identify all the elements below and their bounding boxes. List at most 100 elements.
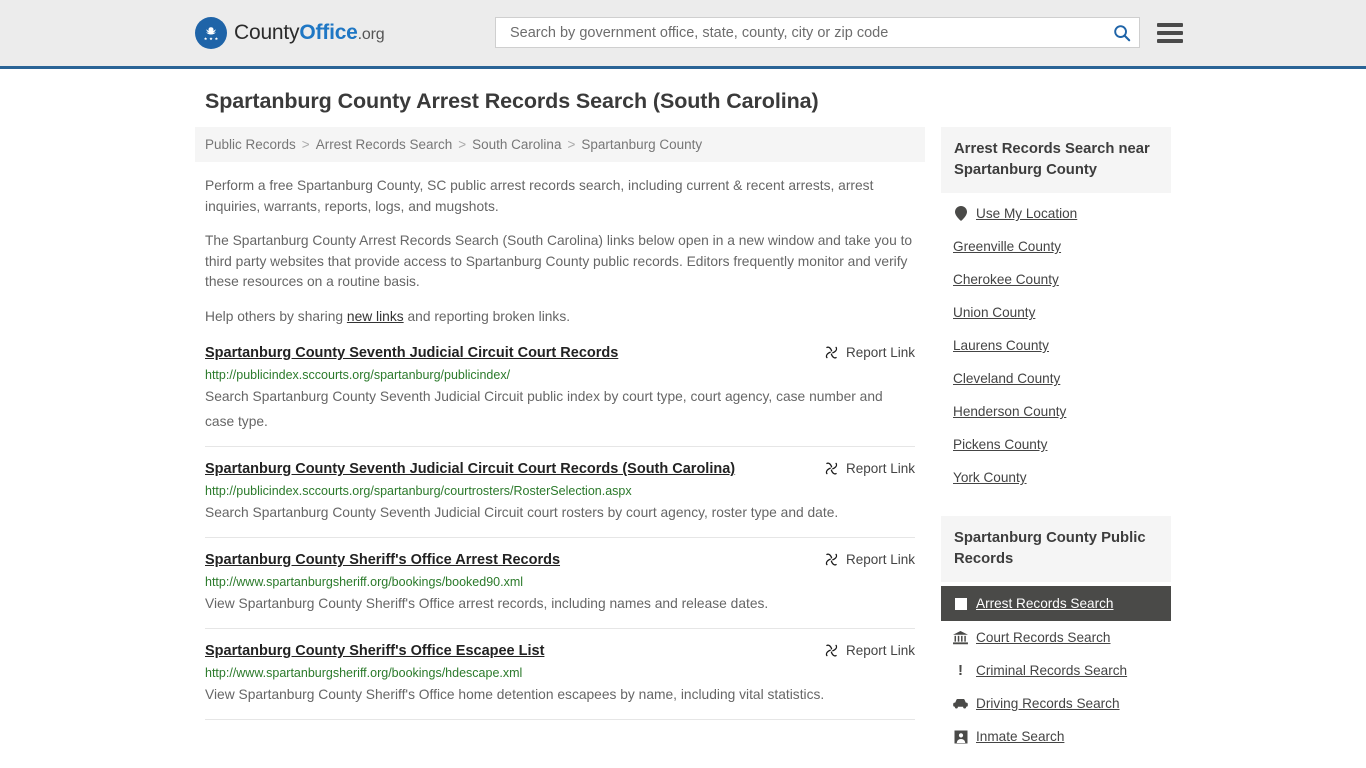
breadcrumb-separator: > — [458, 137, 467, 152]
sidebar-panel-public-records: Spartanburg County Public Records Arrest… — [941, 516, 1171, 753]
report-link-button[interactable]: Report Link — [824, 460, 915, 476]
sidebar-item-label[interactable]: Driving Records Search — [976, 696, 1120, 711]
results-list: Spartanburg County Seventh Judicial Circ… — [195, 344, 925, 720]
broken-link-icon — [824, 345, 839, 360]
breadcrumb-item-3[interactable]: Spartanburg County — [581, 137, 702, 152]
search-input[interactable] — [508, 23, 1113, 42]
sidebar-item-henderson-county[interactable]: Henderson County — [941, 395, 1171, 428]
hamburger-menu-icon[interactable] — [1157, 22, 1183, 43]
result-url: http://publicindex.sccourts.org/spartanb… — [205, 368, 511, 382]
intro-p3-after: and reporting broken links. — [403, 308, 571, 324]
hamburger-bar — [1157, 22, 1183, 27]
result-description: View Spartanburg County Sheriff's Office… — [205, 596, 769, 611]
result-url: http://www.spartanburgsheriff.org/bookin… — [205, 666, 523, 680]
sidebar-item-label[interactable]: Pickens County — [953, 437, 1047, 452]
sidebar-item-cleveland-county[interactable]: Cleveland County — [941, 362, 1171, 395]
breadcrumb-item-1[interactable]: Arrest Records Search — [316, 137, 453, 152]
result-header: Spartanburg County Seventh Judicial Circ… — [205, 344, 915, 363]
result-description: Search Spartanburg County Seventh Judici… — [205, 505, 839, 520]
sidebar-item-inmate-search[interactable]: Inmate Search — [941, 720, 1171, 753]
breadcrumb-item-2[interactable]: South Carolina — [472, 137, 561, 152]
site-header: CountyOffice.org — [0, 0, 1366, 69]
breadcrumb-separator: > — [567, 137, 576, 152]
sidebar-item-pickens-county[interactable]: Pickens County — [941, 428, 1171, 461]
sidebar-item-label[interactable]: Inmate Search — [976, 729, 1064, 744]
result-header: Spartanburg County Sheriff's Office Arre… — [205, 551, 915, 570]
intro-paragraph-2: The Spartanburg County Arrest Records Se… — [205, 233, 913, 289]
header-search-area — [495, 17, 1183, 48]
inmate-icon — [953, 729, 968, 744]
sidebar-item-cherokee-county[interactable]: Cherokee County — [941, 263, 1171, 296]
result-item: Spartanburg County Sheriff's Office Arre… — [205, 551, 915, 629]
breadcrumb: Public Records > Arrest Records Search >… — [195, 127, 925, 162]
hamburger-bar — [1157, 38, 1183, 43]
main-column: Public Records > Arrest Records Search >… — [195, 127, 925, 733]
search-icon[interactable] — [1113, 24, 1131, 42]
intro-text: Perform a free Spartanburg County, SC pu… — [195, 176, 925, 327]
sidebar-item-union-county[interactable]: Union County — [941, 296, 1171, 329]
sidebar-item-label[interactable]: York County — [953, 470, 1027, 485]
sidebar-public-records-heading: Spartanburg County Public Records — [941, 516, 1171, 582]
sidebar-item-greenville-county[interactable]: Greenville County — [941, 230, 1171, 263]
report-link-button[interactable]: Report Link — [824, 551, 915, 567]
intro-p3-before: Help others by sharing — [205, 308, 347, 324]
report-link-label: Report Link — [845, 643, 915, 658]
logo-text-county: County — [234, 21, 300, 44]
courthouse-icon — [953, 630, 968, 645]
sidebar-item-label[interactable]: Union County — [953, 305, 1035, 320]
car-icon — [953, 696, 968, 711]
broken-link-icon — [824, 643, 839, 658]
intro-paragraph-1: Perform a free Spartanburg County, SC pu… — [205, 178, 874, 214]
sidebar-item-arrest-records-search[interactable]: Arrest Records Search — [941, 586, 1171, 621]
sidebar-item-court-records-search[interactable]: Court Records Search — [941, 621, 1171, 654]
exclamation-icon: ! — [958, 662, 963, 679]
white-square-icon — [953, 596, 968, 611]
sidebar-item-label[interactable]: Cherokee County — [953, 272, 1059, 287]
sidebar-item-driving-records-search[interactable]: Driving Records Search — [941, 687, 1171, 720]
search-box[interactable] — [495, 17, 1140, 48]
site-logo[interactable]: CountyOffice.org — [195, 17, 385, 49]
report-link-label: Report Link — [845, 461, 915, 476]
sidebar-item-york-county[interactable]: York County — [941, 461, 1171, 494]
page-title: Spartanburg County Arrest Records Search… — [205, 89, 819, 113]
report-link-label: Report Link — [845, 552, 915, 567]
sidebar-item-criminal-records-search[interactable]: ! Criminal Records Search — [941, 654, 1171, 687]
result-title-link[interactable]: Spartanburg County Sheriff's Office Esca… — [205, 642, 544, 661]
sidebar-item-label[interactable]: Laurens County — [953, 338, 1049, 353]
result-title-link[interactable]: Spartanburg County Seventh Judicial Circ… — [205, 460, 735, 479]
sidebar-panel-nearby: Arrest Records Search near Spartanburg C… — [941, 127, 1171, 494]
result-item: Spartanburg County Seventh Judicial Circ… — [205, 460, 915, 538]
sidebar-item-label[interactable]: Cleveland County — [953, 371, 1060, 386]
sidebar-nearby-list: Use My Location Greenville County Cherok… — [941, 193, 1171, 494]
result-title-link[interactable]: Spartanburg County Seventh Judicial Circ… — [205, 344, 618, 363]
new-links-link[interactable]: new links — [347, 309, 404, 324]
result-header: Spartanburg County Sheriff's Office Esca… — [205, 642, 915, 661]
report-link-button[interactable]: Report Link — [824, 642, 915, 658]
broken-link-icon — [824, 552, 839, 567]
result-item: Spartanburg County Sheriff's Office Esca… — [205, 642, 915, 720]
intro-paragraph-3: Help others by sharing new links and rep… — [205, 307, 915, 328]
eagle-seal-icon — [195, 17, 227, 49]
sidebar-item-label[interactable]: Use My Location — [976, 206, 1077, 221]
logo-text-office: Office — [299, 21, 358, 44]
result-item: Spartanburg County Seventh Judicial Circ… — [205, 344, 915, 447]
sidebar-item-label[interactable]: Greenville County — [953, 239, 1061, 254]
sidebar-item-label[interactable]: Arrest Records Search — [976, 596, 1114, 611]
sidebar-item-use-my-location[interactable]: Use My Location — [941, 197, 1171, 230]
result-url: http://publicindex.sccourts.org/spartanb… — [205, 484, 632, 498]
result-description: View Spartanburg County Sheriff's Office… — [205, 687, 825, 702]
sidebar-item-laurens-county[interactable]: Laurens County — [941, 329, 1171, 362]
sidebar-item-label[interactable]: Henderson County — [953, 404, 1066, 419]
hamburger-bar — [1157, 30, 1183, 35]
report-link-button[interactable]: Report Link — [824, 344, 915, 360]
breadcrumb-item-0[interactable]: Public Records — [205, 137, 296, 152]
logo-text: CountyOffice.org — [234, 21, 385, 45]
breadcrumb-separator: > — [301, 137, 310, 152]
sidebar-item-label[interactable]: Criminal Records Search — [976, 663, 1127, 678]
sidebar: Arrest Records Search near Spartanburg C… — [941, 127, 1171, 761]
sidebar-item-label[interactable]: Court Records Search — [976, 630, 1110, 645]
result-title-link[interactable]: Spartanburg County Sheriff's Office Arre… — [205, 551, 560, 570]
logo-text-org: .org — [357, 26, 385, 43]
sidebar-public-records-list: Arrest Records Search Court Records Sear… — [941, 582, 1171, 753]
broken-link-icon — [824, 461, 839, 476]
